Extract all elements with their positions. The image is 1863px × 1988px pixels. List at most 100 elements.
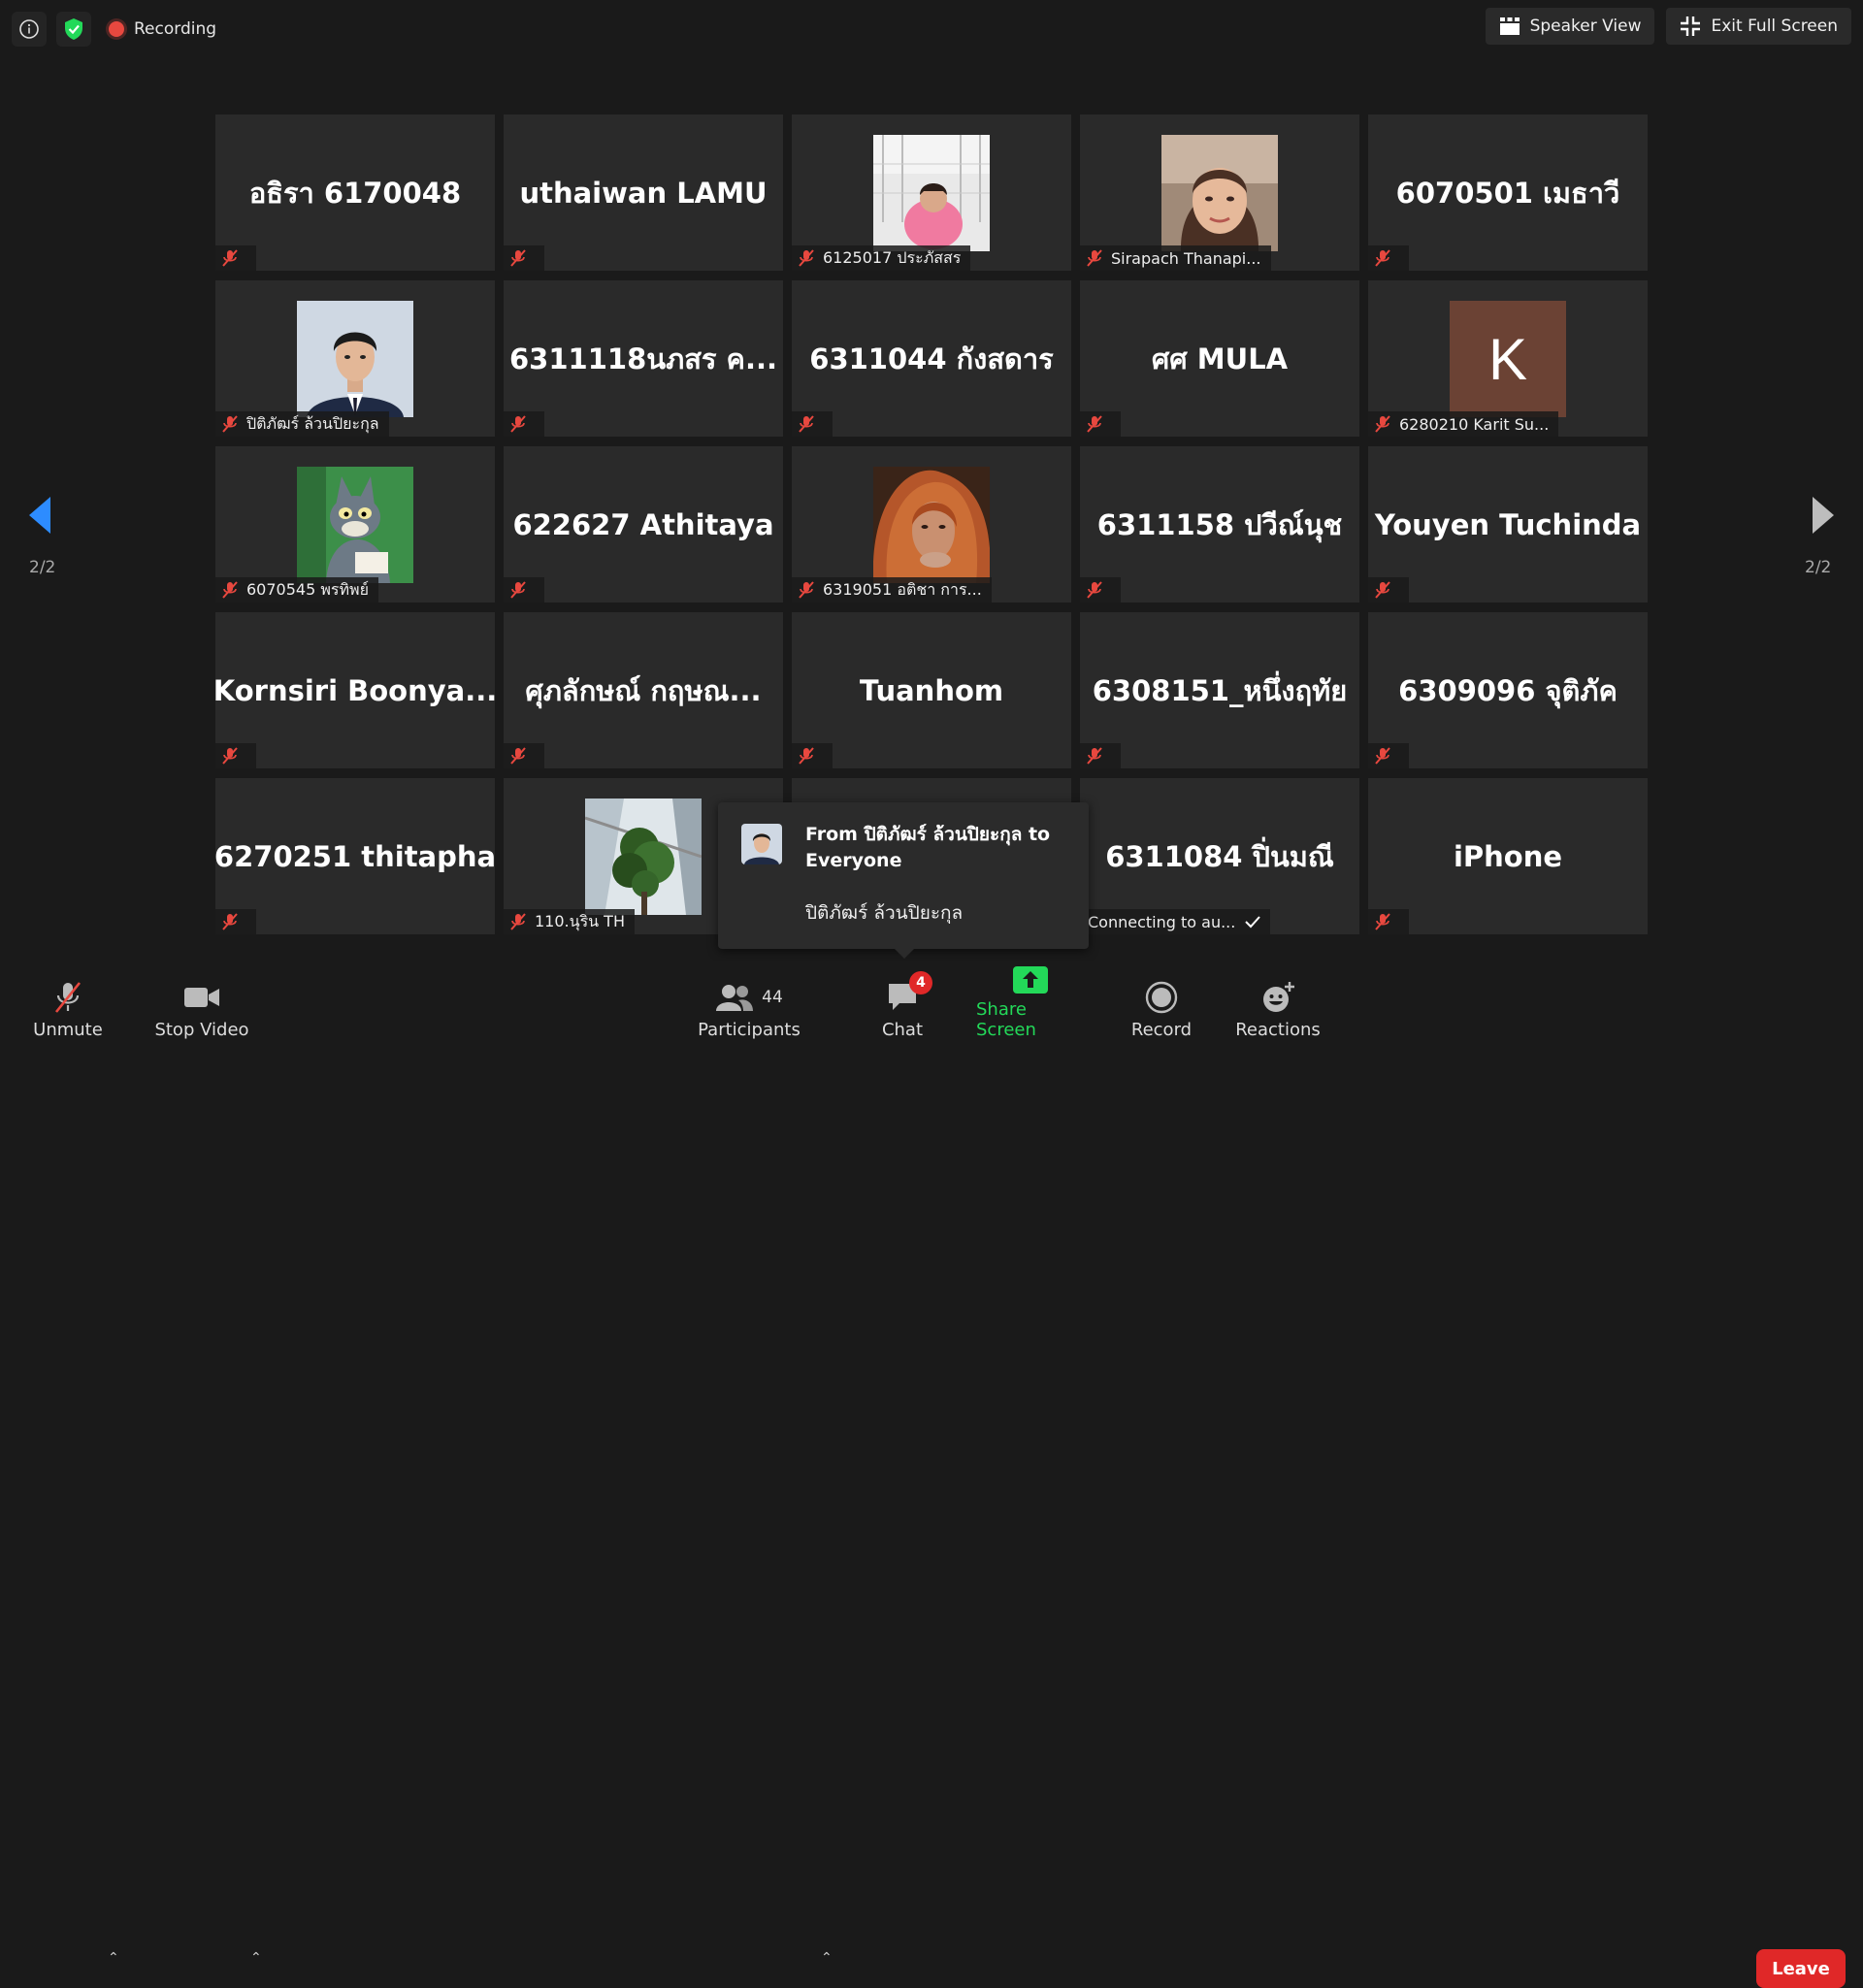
participant-label-text: Sirapach Thanapi... <box>1111 248 1261 268</box>
participant-name: 622627 Athitaya <box>512 507 774 541</box>
participant-tile[interactable]: K 6280210 Karit Su... <box>1368 280 1648 437</box>
participant-tile[interactable]: 6270251 thitapha <box>215 778 495 934</box>
security-button[interactable] <box>56 12 91 47</box>
participant-tile[interactable]: 6308151_หนึ่งฤทัย <box>1080 612 1359 768</box>
participant-label <box>504 577 544 603</box>
meeting-info-button[interactable] <box>12 12 47 47</box>
exit-full-screen-icon <box>1681 16 1701 36</box>
participant-label <box>1368 909 1409 934</box>
speaker-view-button[interactable]: Speaker View <box>1485 8 1655 45</box>
participant-label <box>1368 743 1409 768</box>
unmute-icon-wrap <box>51 975 84 1020</box>
muted-mic-icon <box>1375 249 1390 267</box>
video-options-caret-icon[interactable]: ⌃ <box>250 1950 262 1966</box>
participant-tile[interactable]: 6311044 กังสดาร <box>792 280 1071 437</box>
muted-mic-icon <box>510 581 526 599</box>
unmute-button[interactable]: Unmute <box>27 961 109 1048</box>
participant-label-text: ปิติภัฒร์ ล้วนปิยะกุล <box>246 413 379 433</box>
participant-label <box>1368 577 1409 603</box>
profile-photo <box>873 467 990 583</box>
participant-video <box>297 467 413 583</box>
audio-options-caret-icon[interactable]: ⌃ <box>108 1950 119 1966</box>
participant-label: Connecting to au... <box>1080 909 1271 934</box>
record-button[interactable]: Record <box>1126 961 1197 1048</box>
muted-mic-icon <box>1087 249 1102 267</box>
participant-tile[interactable]: 6309096 จุติภัค <box>1368 612 1648 768</box>
avatar-letter: K <box>1487 326 1528 392</box>
sender-avatar <box>741 824 782 864</box>
participant-tile[interactable]: Tuanhom <box>792 612 1071 768</box>
participant-tile[interactable]: uthaiwan LAMU <box>504 114 783 271</box>
stop-video-button[interactable]: Stop Video <box>153 961 250 1048</box>
participant-label: 110.นุริน TH <box>504 909 635 934</box>
participant-tile[interactable]: 6311158 ปวีณ์นุช <box>1080 446 1359 603</box>
next-page-arrow-icon[interactable] <box>1811 495 1836 536</box>
participant-video <box>873 467 990 583</box>
page-indicator-right: 2/2 <box>1805 558 1832 577</box>
participant-tile[interactable]: 622627 Athitaya <box>504 446 783 603</box>
participant-tile[interactable]: อธิรา 6170048 <box>215 114 495 271</box>
participant-label <box>792 743 833 768</box>
share-screen-label: Share Screen <box>976 999 1036 1040</box>
top-bar: Recording Speaker View Exit Full Screen <box>0 0 1863 56</box>
emoji-reaction-icon <box>1263 982 1294 1012</box>
info-icon <box>19 19 39 39</box>
participant-tile[interactable]: 6125017 ประภัสสร <box>792 114 1071 271</box>
participant-label-text: 6125017 ประภัสสร <box>823 247 962 267</box>
participant-name: 6311044 กังสดาร <box>809 342 1054 375</box>
participant-tile[interactable]: ศุภลักษณ์ กฤษณ... <box>504 612 783 768</box>
muted-mic-icon <box>1375 581 1390 599</box>
muted-mic-icon <box>799 581 814 599</box>
record-icon-wrap <box>1145 975 1178 1020</box>
recording-label: Recording <box>134 19 217 39</box>
participant-tile[interactable]: 6311118นภสร ค... <box>504 280 783 437</box>
muted-mic-icon <box>510 747 526 765</box>
participant-label-text: 6070545 พรทิพย์ <box>246 579 369 599</box>
chat-button[interactable]: 4 Chat <box>877 961 932 1048</box>
participant-video <box>585 798 702 915</box>
participant-tile[interactable]: 6311084 ปิ่นมณี Connecting to au... <box>1080 778 1359 934</box>
share-screen-icon-wrap <box>1012 961 1049 999</box>
video-icon-wrap <box>183 975 220 1020</box>
participant-tile[interactable]: ศศ MULA <box>1080 280 1359 437</box>
video-camera-icon <box>184 988 219 1007</box>
participant-name: Kornsiri Boonya... <box>215 673 495 707</box>
participant-label <box>215 245 256 271</box>
profile-photo <box>297 467 413 583</box>
muted-mic-icon <box>799 747 814 765</box>
reactions-label: Reactions <box>1235 1020 1321 1040</box>
exit-full-screen-button[interactable]: Exit Full Screen <box>1666 8 1851 45</box>
muted-mic-icon <box>799 249 814 267</box>
participant-tile[interactable]: ปิติภัฒร์ ล้วนปิยะกุล <box>215 280 495 437</box>
muted-mic-icon <box>222 249 238 267</box>
participant-video <box>873 135 990 251</box>
leave-button[interactable]: Leave <box>1756 1949 1846 1988</box>
chat-sender-line: From ปิติภัฒร์ ล้วนปิยะกุล to Everyone <box>805 824 1051 871</box>
participant-tile[interactable]: Youyen Tuchinda <box>1368 446 1648 603</box>
reactions-button[interactable]: Reactions <box>1232 961 1324 1048</box>
stop-video-label: Stop Video <box>154 1020 249 1040</box>
reactions-icon-wrap <box>1260 975 1295 1020</box>
participant-video <box>297 301 413 417</box>
participant-tile[interactable]: Kornsiri Boonya... <box>215 612 495 768</box>
participant-tile[interactable]: 6070501 เมธาวี <box>1368 114 1648 271</box>
participant-label-text: 6280210 Karit Su... <box>1399 414 1550 434</box>
muted-mic-icon <box>1087 581 1102 599</box>
participant-tile[interactable]: Sirapach Thanapi... <box>1080 114 1359 271</box>
participant-tile[interactable]: 6070545 พรทิพย์ <box>215 446 495 603</box>
page-indicator-left: 2/2 <box>29 558 56 577</box>
participants-button[interactable]: 44 Participants <box>697 961 801 1048</box>
participant-tile[interactable]: iPhone <box>1368 778 1648 934</box>
speaker-view-icon <box>1499 17 1520 35</box>
participant-label <box>1368 245 1409 271</box>
chat-notification-popup[interactable]: From ปิติภัฒร์ ล้วนปิยะกุล to Everyone ป… <box>718 802 1089 959</box>
muted-mic-icon <box>510 913 526 930</box>
participant-name: uthaiwan LAMU <box>519 176 768 210</box>
recording-indicator[interactable]: Recording <box>109 19 216 39</box>
chat-unread-badge: 4 <box>909 971 932 994</box>
previous-page-arrow-icon[interactable] <box>27 495 52 536</box>
share-screen-button[interactable]: Share Screen <box>976 961 1085 1048</box>
participants-options-caret-icon[interactable]: ⌃ <box>821 1950 833 1966</box>
participant-tile[interactable]: 6319051 อติชา การ... <box>792 446 1071 603</box>
chat-label: Chat <box>881 1020 924 1040</box>
